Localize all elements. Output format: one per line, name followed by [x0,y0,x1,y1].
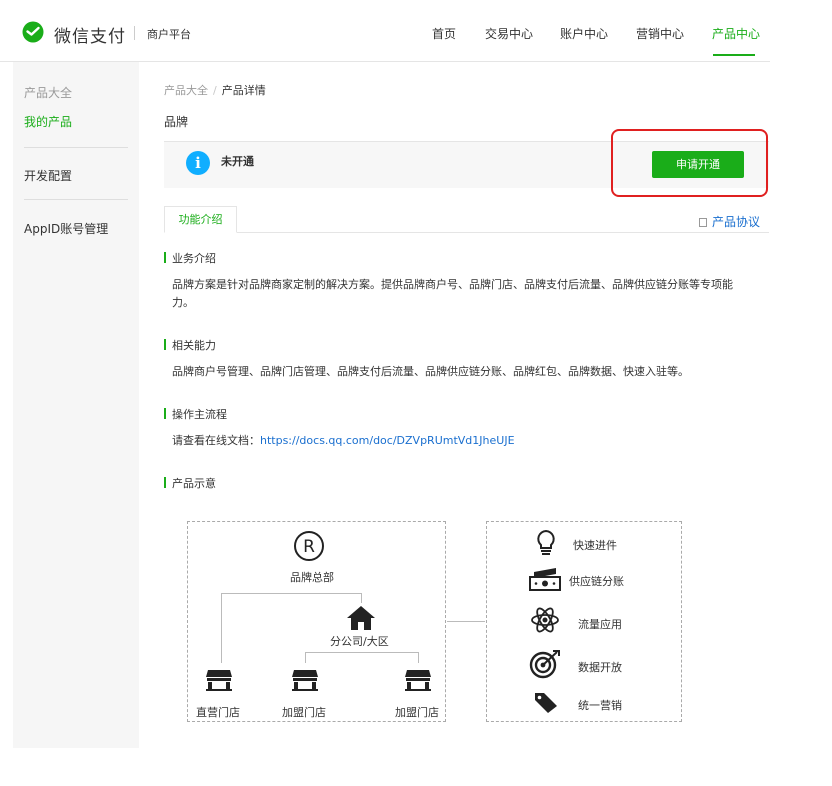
feature-label: 统一营销 [578,699,622,712]
house-icon [347,606,375,630]
header-divider [134,26,135,40]
section-business-title: 业务介绍 [172,252,216,265]
product-agreement-label: 产品协议 [712,215,761,229]
hq-label: 品牌总部 [290,571,334,584]
feature-label: 流量应用 [578,618,622,631]
feature-label: 数据开放 [578,661,622,674]
status-text: 未开通 [221,155,254,168]
target-icon [529,650,560,679]
docs-link[interactable]: https://docs.qq.com/doc/DZVpRUmtVd1JheUJ… [260,434,515,447]
cash-register-icon [529,568,561,591]
product-agreement-link[interactable]: 产品协议 [699,213,760,230]
breadcrumb-separator: / [213,84,217,97]
sidebar-item-product-catalog[interactable]: 产品大全 [24,84,72,101]
nav-marketing-center[interactable]: 营销中心 [636,25,684,42]
section-abilities-title: 相关能力 [172,339,216,352]
tree-line [221,593,361,594]
tab-bar [164,232,769,233]
sidebar: 产品大全 我的产品 开发配置 AppID账号管理 [13,62,139,748]
store-icon [405,670,431,691]
section-abilities-heading: 相关能力 [164,337,216,353]
breadcrumb-parent[interactable]: 产品大全 [164,84,208,97]
nav-active-underline [713,54,755,56]
info-icon: i [186,151,210,175]
sidebar-item-appid-management[interactable]: AppID账号管理 [24,220,108,237]
top-header: 微信支付 商户平台 首页 交易中心 账户中心 营销中心 产品中心 [0,0,770,62]
page-title: 品牌 [164,115,189,129]
wechat-pay-logo-icon[interactable] [22,21,44,43]
nav-account-center[interactable]: 账户中心 [560,25,608,42]
flow-prefix: 请查看在线文档： [172,434,260,447]
section-marker [164,477,166,488]
tag-icon [535,693,557,713]
sidebar-divider [24,147,128,148]
section-diagram-heading: 产品示意 [164,475,216,491]
document-icon [699,218,707,227]
registered-trademark-icon: R [294,531,324,561]
feature-label: 供应链分账 [569,575,624,588]
store-label: 加盟门店 [395,706,439,719]
section-business-heading: 业务介绍 [164,250,216,266]
store-icon [206,670,232,691]
brand-name[interactable]: 微信支付 [54,22,126,47]
section-flow-title: 操作主流程 [172,408,227,421]
platform-name: 商户平台 [147,28,191,41]
section-abilities-body: 品牌商户号管理、品牌门店管理、品牌支付后流量、品牌供应链分账、品牌红包、品牌数据… [172,365,689,378]
nav-trade-center[interactable]: 交易中心 [485,25,533,42]
breadcrumb: 产品大全 / 产品详情 [164,82,266,98]
tree-line [305,652,306,663]
nav-home[interactable]: 首页 [432,25,456,42]
svg-text:R: R [303,537,315,557]
store-label: 加盟门店 [282,706,326,719]
section-marker [164,339,166,350]
section-flow-body: 请查看在线文档：https://docs.qq.com/doc/DZVpRUmt… [172,432,752,450]
sidebar-item-my-products[interactable]: 我的产品 [24,113,72,130]
highlight-box [611,129,768,197]
tab-feature-intro[interactable]: 功能介绍 [164,206,237,233]
feature-label: 快速进件 [573,539,617,552]
section-marker [164,408,166,419]
sidebar-divider [24,199,128,200]
section-flow-heading: 操作主流程 [164,406,227,422]
store-label: 直营门店 [196,706,240,719]
nav-product-center[interactable]: 产品中心 [712,25,760,42]
tree-line [221,593,222,663]
section-business-body: 品牌方案是针对品牌商家定制的解决方案。提供品牌商户号、品牌门店、品牌支付后流量、… [172,278,733,309]
store-icon [292,670,318,691]
tree-line [361,593,362,603]
connector-arrow [447,621,485,622]
section-marker [164,252,166,263]
tree-line [418,652,419,663]
breadcrumb-current: 产品详情 [221,84,266,97]
branch-label: 分公司/大区 [330,635,389,648]
section-diagram-title: 产品示意 [172,477,216,490]
tree-line [305,652,418,653]
sidebar-item-dev-config[interactable]: 开发配置 [24,167,72,184]
atom-icon [531,607,559,633]
lightbulb-icon [537,529,555,555]
